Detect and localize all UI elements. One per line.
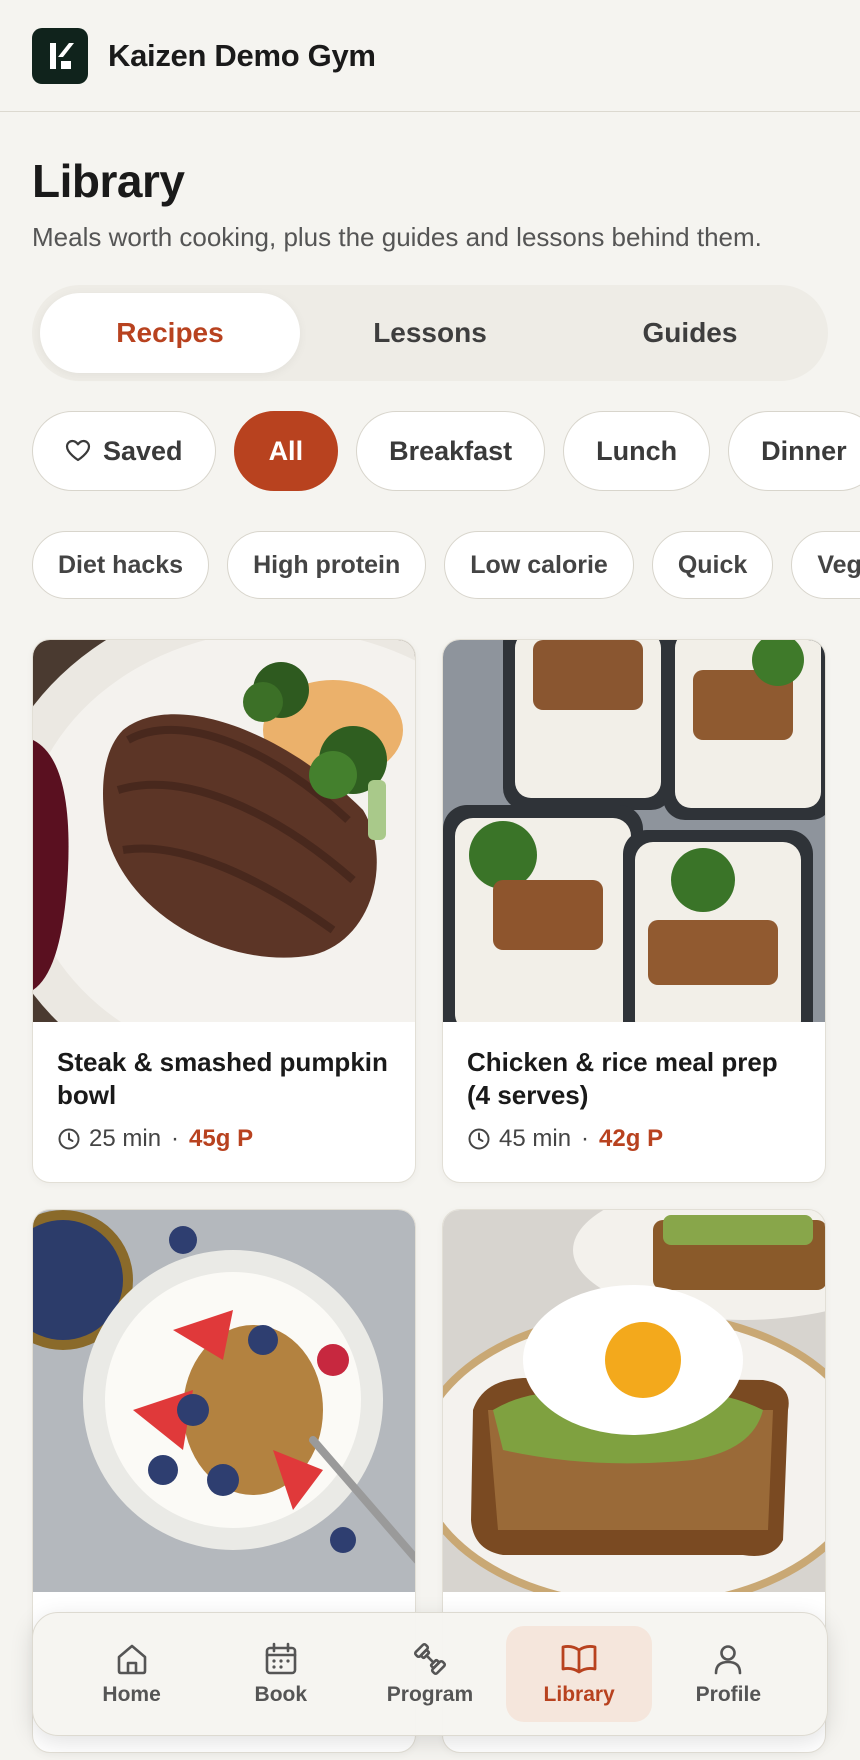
filter-chip-saved[interactable]: Saved [32, 411, 216, 491]
library-tabs: Recipes Lessons Guides [32, 285, 828, 381]
steak-bowl-image [33, 640, 415, 1022]
recipe-time: 25 min [89, 1125, 162, 1152]
nav-item-program[interactable]: Program [357, 1626, 503, 1722]
recipe-time: 45 min [499, 1125, 572, 1152]
nav-item-book[interactable]: Book [208, 1626, 354, 1722]
tag-filter-row: Diet hacks High protein Low calorie Quic… [0, 531, 860, 599]
book-open-icon [561, 1645, 597, 1674]
tab-lessons[interactable]: Lessons [300, 293, 560, 373]
recipe-card[interactable]: Steak & smashed pumpkin bowl 25 min · 45… [32, 639, 416, 1183]
filter-chip-all[interactable]: All [233, 411, 339, 491]
gym-name: Kaizen Demo Gym [108, 37, 376, 73]
heart-icon [65, 439, 91, 462]
recipe-title: Chicken & rice meal prep (4 serves) [467, 1047, 778, 1110]
tab-recipes[interactable]: Recipes [40, 293, 300, 373]
user-icon [715, 1645, 742, 1675]
recipe-protein: 42g P [599, 1125, 664, 1152]
recipe-meta: 25 min · 45g P [57, 1125, 391, 1153]
nav-label: Book [254, 1683, 308, 1706]
nav-item-home[interactable]: Home [59, 1626, 205, 1722]
bottom-nav: Home Book Program Library Profile [32, 1612, 828, 1736]
meal-filter-row: Saved All Breakfast Lunch Dinner [0, 411, 860, 491]
filter-chip-lunch[interactable]: Lunch [563, 411, 711, 491]
clock-icon [468, 1128, 490, 1150]
tag-chip-diet-hacks[interactable]: Diet hacks [32, 531, 210, 599]
tag-chip-quick[interactable]: Quick [651, 531, 774, 599]
tag-chip-high-protein[interactable]: High protein [227, 531, 427, 599]
home-icon [117, 1644, 146, 1675]
nav-label: Library [543, 1683, 615, 1706]
filter-chip-label: Saved [103, 435, 183, 466]
nav-label: Home [102, 1683, 161, 1706]
filter-chip-breakfast[interactable]: Breakfast [356, 411, 546, 491]
nav-item-library[interactable]: Library [506, 1626, 653, 1722]
recipe-meta: 45 min · 42g P [467, 1125, 801, 1153]
avocado-toast-image [443, 1210, 825, 1592]
recipe-card[interactable]: Chicken & rice meal prep (4 serves) 45 m… [442, 639, 826, 1183]
calendar-icon [265, 1642, 297, 1675]
meta-separator: · [581, 1125, 590, 1152]
clock-icon [58, 1128, 80, 1150]
nav-label: Program [386, 1683, 474, 1706]
filter-chip-dinner[interactable]: Dinner [728, 411, 860, 491]
page-title: Library [32, 155, 185, 207]
chicken-rice-image [443, 640, 825, 1022]
top-bar: Kaizen Demo Gym [0, 0, 860, 112]
page-subtitle: Meals worth cooking, plus the guides and… [32, 222, 762, 252]
recipe-title: Steak & smashed pumpkin bowl [57, 1047, 388, 1110]
gym-logo-icon[interactable] [32, 27, 88, 84]
recipe-protein: 45g P [189, 1125, 254, 1152]
nav-item-profile[interactable]: Profile [655, 1626, 801, 1722]
tag-chip-vegetarian[interactable]: Vegetarian [791, 531, 860, 599]
tag-chip-low-calorie[interactable]: Low calorie [444, 531, 634, 599]
dumbbell-icon [413, 1642, 446, 1676]
yogurt-bowl-image [33, 1210, 415, 1592]
nav-label: Profile [695, 1683, 762, 1706]
recipe-grid: Steak & smashed pumpkin bowl 25 min · 45… [32, 639, 828, 1753]
tab-guides[interactable]: Guides [560, 293, 820, 373]
meta-separator: · [171, 1125, 180, 1152]
